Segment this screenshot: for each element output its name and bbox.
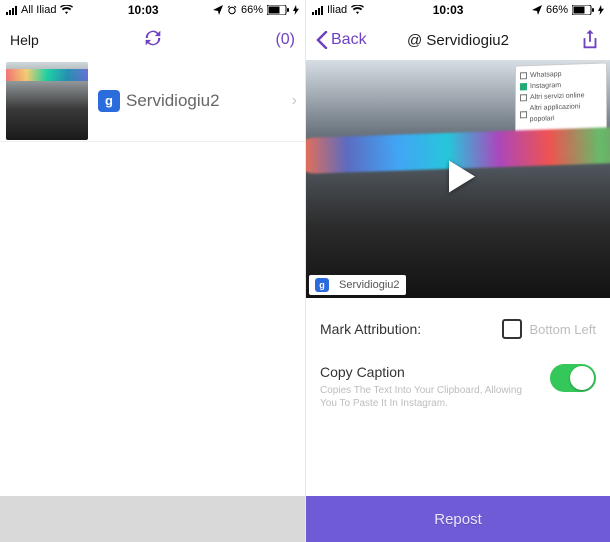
post-thumbnail: [6, 62, 88, 140]
screenshot-panel: Whatsapp Instagram Altri servizi online …: [515, 62, 607, 135]
signal-icon: [6, 6, 17, 15]
repost-button[interactable]: Repost: [306, 496, 610, 542]
post-row[interactable]: g Servidiogiu2 ›: [0, 60, 305, 142]
refresh-button[interactable]: [142, 36, 164, 53]
location-icon: [213, 5, 223, 15]
attribution-tag: g Servidiogiu2: [309, 275, 406, 295]
signal-icon: [312, 6, 323, 15]
clock-label: 10:03: [128, 3, 159, 17]
battery-pct-label: 66%: [546, 4, 568, 16]
chevron-right-icon: ›: [292, 92, 297, 110]
help-button[interactable]: Help: [10, 32, 39, 48]
back-button[interactable]: Back: [316, 31, 367, 49]
wifi-icon: [351, 5, 364, 15]
bolt-icon: [293, 5, 299, 15]
app-nav-right: Back @ Servidiogiu2: [306, 20, 610, 60]
chevron-left-icon: [316, 31, 328, 49]
video-preview[interactable]: Whatsapp Instagram Altri servizi online …: [306, 60, 610, 298]
repost-label: Repost: [434, 511, 482, 528]
status-bar-left: All Iliad 10:03 66%: [0, 0, 305, 20]
avatar: g: [98, 90, 120, 112]
attribution-username: Servidiogiu2: [339, 279, 400, 291]
back-label: Back: [331, 31, 367, 49]
copy-caption-toggle[interactable]: [550, 364, 596, 392]
play-icon: [437, 155, 481, 204]
clock-label: 10:03: [433, 3, 464, 17]
share-button[interactable]: [580, 29, 600, 51]
copy-caption-label: Copy Caption: [320, 364, 530, 380]
bottom-bar-left: [0, 496, 305, 542]
username-label: Servidiogiu2: [126, 91, 220, 111]
battery-icon: [572, 5, 594, 15]
mark-attribution-checkbox[interactable]: [502, 319, 522, 339]
wifi-icon: [60, 5, 73, 15]
share-icon: [580, 29, 600, 51]
bolt-icon: [598, 5, 604, 15]
battery-pct-label: 66%: [241, 4, 263, 16]
mark-attribution-label: Mark Attribution:: [320, 321, 421, 337]
carrier-label: All Iliad: [21, 4, 56, 16]
status-bar-right: Iliad 10:03 66%: [306, 0, 610, 20]
avatar: g: [315, 278, 329, 292]
location-icon: [532, 5, 542, 15]
attribution-position-label[interactable]: Bottom Left: [530, 322, 596, 337]
alarm-icon: [227, 5, 237, 15]
copy-caption-description: Copies The Text Into Your Clipboard, All…: [320, 384, 530, 410]
carrier-label: Iliad: [327, 4, 347, 16]
battery-icon: [267, 5, 289, 15]
app-nav-left: Help (0): [0, 20, 305, 60]
pending-count: (0): [275, 31, 295, 49]
